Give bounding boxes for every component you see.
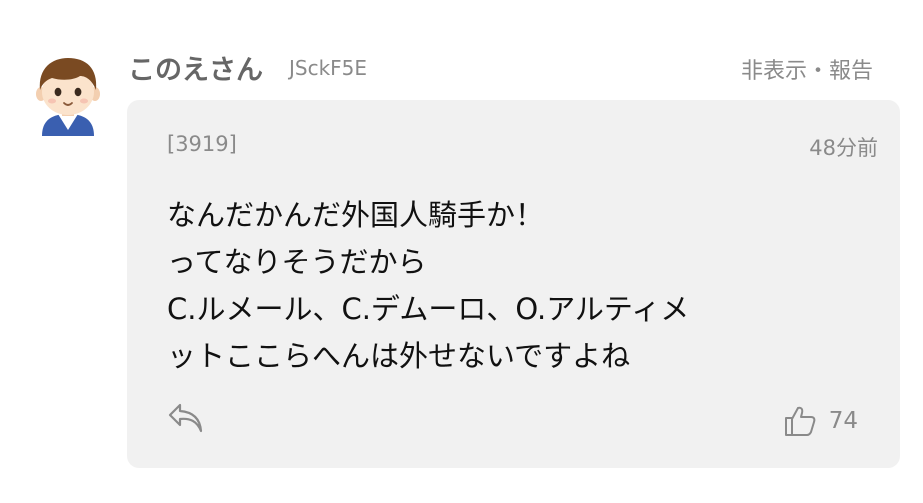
comment-number: [3919]	[167, 132, 237, 156]
username[interactable]: このえさん	[128, 48, 263, 87]
comment-text-line: ってなりそうだから	[167, 245, 427, 279]
comment-text-line: ットここらへんは外せないですよね	[167, 339, 631, 373]
comment-body: なんだかんだ外国人騎手か！ ってなりそうだから C.ルメール、C.デムーロ、O.…	[167, 192, 887, 380]
timestamp: 48分前	[809, 136, 878, 160]
user-id: JSckF5E	[289, 56, 368, 80]
like-count: 74	[828, 408, 858, 434]
thumbs-up-icon	[784, 406, 816, 436]
avatar[interactable]	[28, 54, 108, 136]
like-button[interactable]: 74	[783, 404, 858, 438]
reply-button[interactable]	[167, 400, 205, 436]
comment-bubble: [3919] 48分前 なんだかんだ外国人騎手か！ ってなりそうだから C.ルメ…	[127, 100, 900, 468]
hide-report-link[interactable]: 非表示・報告	[741, 53, 873, 85]
comment-text-line: C.ルメール、C.デムーロ、O.アルティメ	[167, 292, 690, 326]
comment-text-line: なんだかんだ外国人騎手か！	[167, 198, 545, 232]
reply-arrow-icon	[168, 403, 203, 433]
avatar-boy-icon	[36, 58, 100, 136]
